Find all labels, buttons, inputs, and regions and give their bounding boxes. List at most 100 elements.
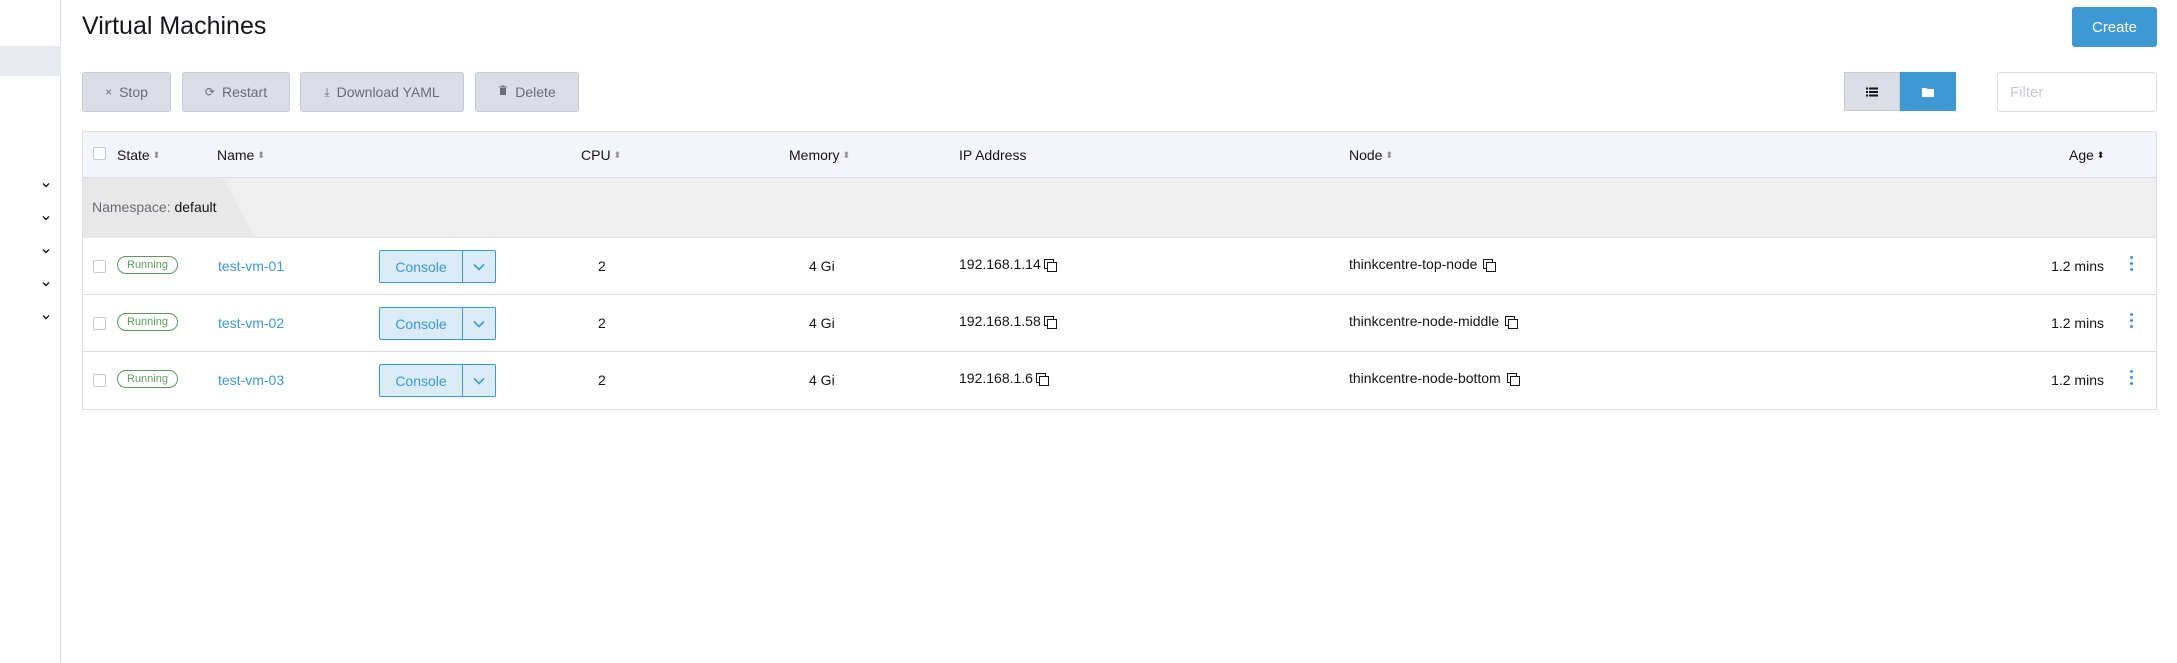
restart-button-label: Restart bbox=[221, 84, 268, 100]
console-toggle[interactable] bbox=[463, 308, 495, 339]
ip-value: 192.168.1.6 bbox=[959, 370, 1033, 386]
console-toggle[interactable] bbox=[463, 365, 495, 396]
status-badge: Running bbox=[117, 313, 178, 331]
header-name[interactable]: Name ⬍ bbox=[217, 147, 265, 163]
sidebar bbox=[0, 0, 61, 663]
console-button[interactable]: Console bbox=[380, 365, 463, 396]
node-cell: thinkcentre-top-node bbox=[1349, 256, 1497, 272]
kebab-menu-icon[interactable] bbox=[2130, 256, 2134, 271]
memory-value: 4 Gi bbox=[809, 258, 835, 274]
header-ip-label: IP Address bbox=[959, 147, 1027, 163]
chevron-down-icon bbox=[473, 320, 485, 328]
console-button[interactable]: Console bbox=[380, 308, 463, 339]
vm-table: State ⬍ Name ⬍ CPU ⬍ Memory ⬍ IP Address… bbox=[82, 131, 2157, 410]
node-value: thinkcentre-node-middle bbox=[1349, 313, 1500, 329]
sort-icon: ⬍ bbox=[613, 149, 622, 160]
cpu-value: 2 bbox=[598, 372, 606, 388]
sort-icon: ⬍ bbox=[1385, 149, 1394, 160]
console-dropdown[interactable]: Console bbox=[379, 364, 496, 397]
header-memory[interactable]: Memory ⬍ bbox=[789, 147, 850, 163]
sort-desc-icon: ⬍ bbox=[2096, 149, 2105, 160]
vm-name-link[interactable]: test-vm-03 bbox=[218, 372, 284, 388]
view-toggle bbox=[1844, 72, 1956, 111]
restart-button[interactable]: ⟳ Restart bbox=[182, 72, 290, 112]
vm-name-link[interactable]: test-vm-01 bbox=[218, 258, 284, 274]
cpu-value: 2 bbox=[598, 315, 606, 331]
row-checkbox[interactable] bbox=[93, 260, 106, 273]
download-yaml-button[interactable]: ⤓ Download YAML bbox=[300, 72, 464, 112]
ip-value: 192.168.1.58 bbox=[959, 313, 1041, 329]
filter-input[interactable] bbox=[1997, 72, 2157, 112]
header-node-label: Node bbox=[1349, 147, 1383, 163]
console-button[interactable]: Console bbox=[380, 251, 463, 282]
copy-icon[interactable] bbox=[1035, 372, 1049, 386]
copy-icon[interactable] bbox=[1505, 315, 1519, 329]
download-icon: ⤓ bbox=[324, 84, 330, 99]
sort-icon: ⬍ bbox=[257, 149, 265, 160]
age-value: 1.2 mins bbox=[2051, 258, 2104, 274]
chevron-down-icon[interactable] bbox=[40, 212, 52, 224]
header-age[interactable]: Age ⬍ bbox=[2069, 147, 2104, 163]
header-age-label: Age bbox=[2069, 147, 2094, 163]
chevron-down-icon[interactable] bbox=[40, 179, 52, 191]
chevron-down-icon[interactable] bbox=[40, 245, 52, 257]
delete-button-label: Delete bbox=[515, 84, 556, 100]
delete-button[interactable]: Delete bbox=[475, 72, 579, 112]
ip-cell: 192.168.1.58 bbox=[959, 313, 1057, 329]
stop-button-label: Stop bbox=[119, 84, 148, 100]
header-cpu[interactable]: CPU ⬍ bbox=[581, 147, 621, 163]
copy-icon[interactable] bbox=[1043, 315, 1057, 329]
close-icon: × bbox=[105, 85, 113, 99]
header-state[interactable]: State ⬍ bbox=[117, 147, 160, 163]
ip-value: 192.168.1.14 bbox=[959, 256, 1041, 272]
namespace-name: default bbox=[174, 199, 217, 215]
memory-value: 4 Gi bbox=[809, 372, 835, 388]
select-all-checkbox[interactable] bbox=[93, 147, 106, 160]
header-state-label: State bbox=[117, 147, 150, 163]
copy-icon[interactable] bbox=[1483, 258, 1497, 272]
node-cell: thinkcentre-node-bottom bbox=[1349, 370, 1520, 386]
folder-icon bbox=[1922, 87, 1934, 97]
list-icon bbox=[1866, 87, 1878, 96]
copy-icon[interactable] bbox=[1043, 258, 1057, 272]
node-value: thinkcentre-node-bottom bbox=[1349, 370, 1501, 386]
create-button[interactable]: Create bbox=[2072, 7, 2157, 47]
group-view-button[interactable] bbox=[1900, 72, 1956, 111]
console-toggle[interactable] bbox=[463, 251, 495, 282]
download-yaml-button-label: Download YAML bbox=[336, 84, 440, 100]
trash-icon bbox=[498, 85, 508, 99]
table-row: Running test-vm-01 Console 2 4 Gi 192.16… bbox=[83, 238, 2156, 295]
console-dropdown[interactable]: Console bbox=[379, 307, 496, 340]
chevron-down-icon[interactable] bbox=[40, 278, 52, 290]
kebab-menu-icon[interactable] bbox=[2130, 370, 2134, 385]
ip-cell: 192.168.1.6 bbox=[959, 370, 1049, 386]
node-value: thinkcentre-top-node bbox=[1349, 256, 1478, 272]
vm-name-link[interactable]: test-vm-02 bbox=[218, 315, 284, 331]
chevron-down-icon[interactable] bbox=[40, 311, 52, 323]
table-row: Running test-vm-03 Console 2 4 Gi 192.16… bbox=[83, 352, 2156, 409]
row-checkbox[interactable] bbox=[93, 374, 106, 387]
console-dropdown[interactable]: Console bbox=[379, 250, 496, 283]
cpu-value: 2 bbox=[598, 258, 606, 274]
ip-cell: 192.168.1.14 bbox=[959, 256, 1057, 272]
header-cpu-label: CPU bbox=[581, 147, 611, 163]
sidebar-active-item[interactable] bbox=[0, 46, 61, 76]
age-value: 1.2 mins bbox=[2051, 315, 2104, 331]
status-badge: Running bbox=[117, 256, 178, 274]
header-node[interactable]: Node ⬍ bbox=[1349, 147, 1393, 163]
table-header: State ⬍ Name ⬍ CPU ⬍ Memory ⬍ IP Address… bbox=[83, 132, 2156, 178]
sort-icon: ⬍ bbox=[842, 149, 851, 160]
status-badge: Running bbox=[117, 370, 178, 388]
copy-icon[interactable] bbox=[1506, 372, 1520, 386]
header-memory-label: Memory bbox=[789, 147, 840, 163]
row-checkbox[interactable] bbox=[93, 317, 106, 330]
kebab-menu-icon[interactable] bbox=[2130, 313, 2134, 328]
node-cell: thinkcentre-node-middle bbox=[1349, 313, 1519, 329]
memory-value: 4 Gi bbox=[809, 315, 835, 331]
sort-icon: ⬍ bbox=[152, 149, 161, 160]
header-ip-address: IP Address bbox=[959, 147, 1026, 163]
stop-button[interactable]: × Stop bbox=[82, 72, 171, 112]
list-view-button[interactable] bbox=[1844, 72, 1900, 111]
chevron-down-icon bbox=[473, 263, 485, 271]
namespace-prefix: Namespace: bbox=[92, 199, 171, 215]
